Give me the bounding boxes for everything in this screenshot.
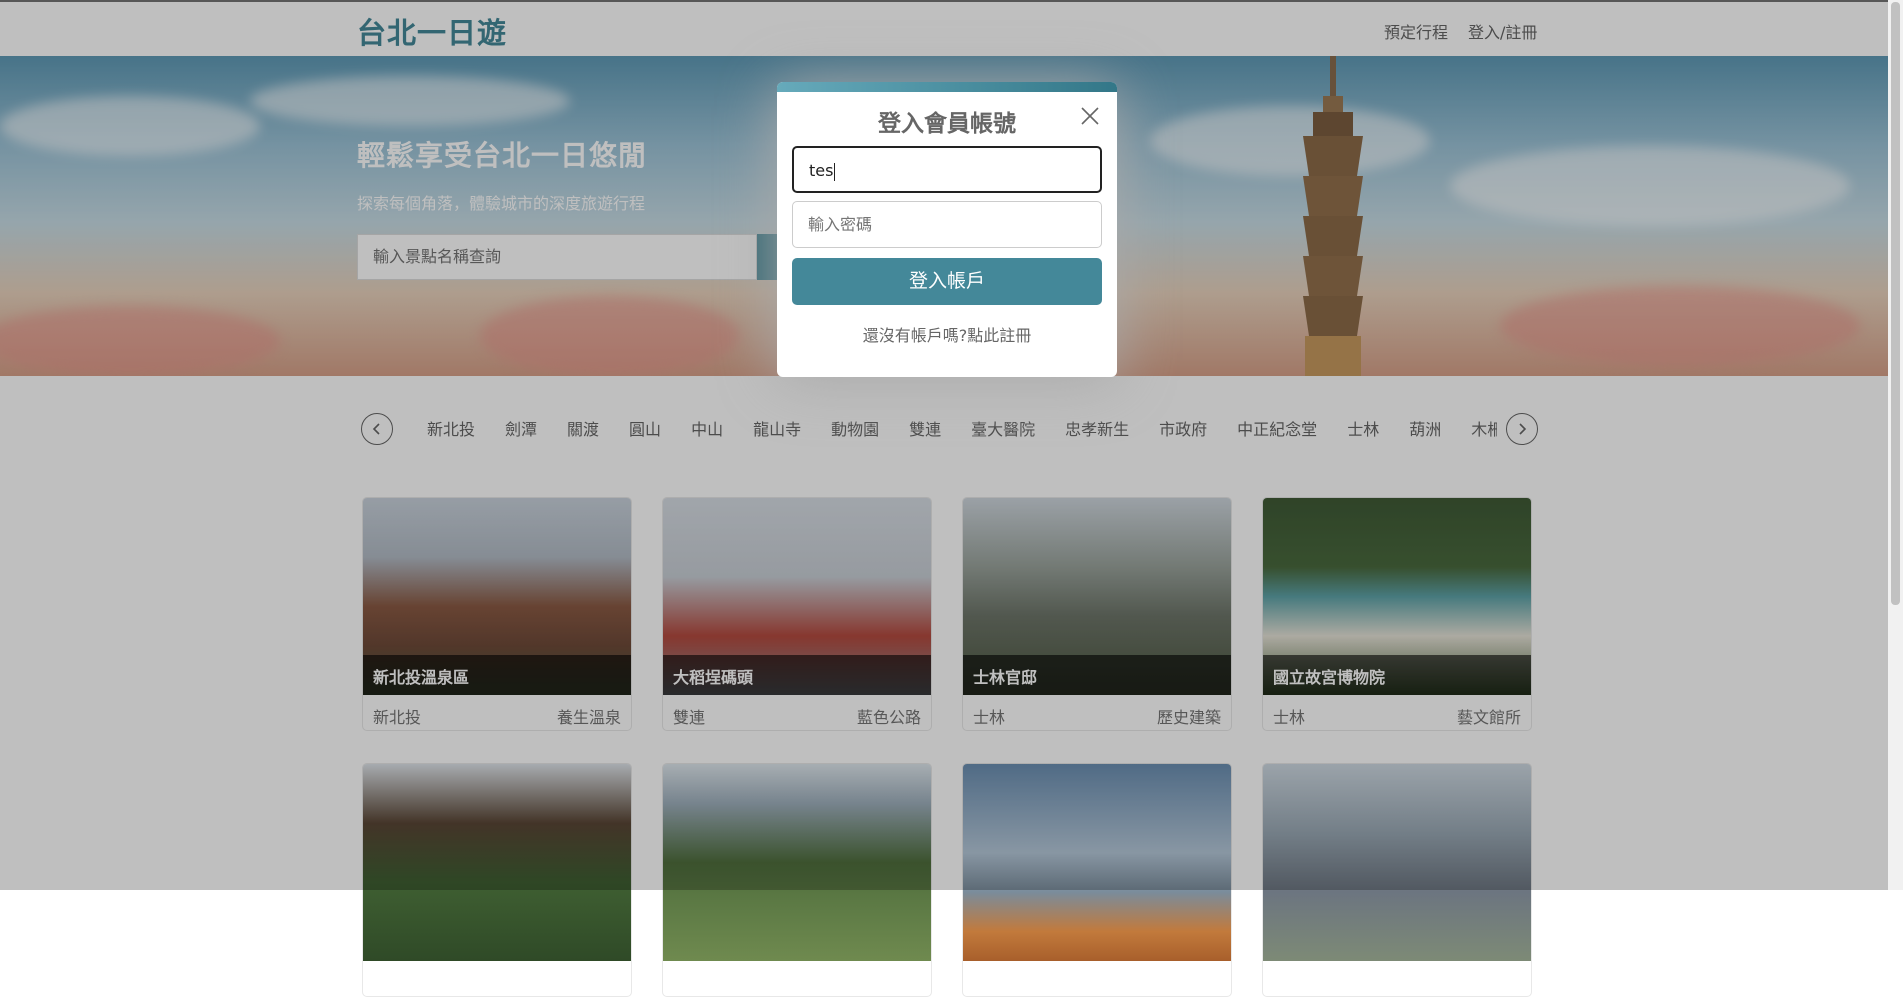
modal-accent-stripe bbox=[777, 82, 1117, 92]
login-modal: 登入會員帳號 tes 輸入密碼 登入帳戶 還沒有帳戶嗎?點此註冊 bbox=[777, 82, 1117, 377]
username-value: tes bbox=[809, 161, 834, 180]
register-switch-link[interactable]: 還沒有帳戶嗎?點此註冊 bbox=[777, 322, 1117, 346]
page-scrollbar[interactable] bbox=[1888, 0, 1903, 890]
username-field[interactable]: tes bbox=[792, 146, 1102, 193]
text-caret bbox=[834, 162, 836, 181]
modal-title: 登入會員帳號 bbox=[878, 111, 1016, 137]
password-field[interactable]: 輸入密碼 bbox=[792, 201, 1102, 248]
login-submit-button[interactable]: 登入帳戶 bbox=[792, 258, 1102, 305]
close-icon[interactable] bbox=[1080, 106, 1100, 126]
scrollbar-thumb[interactable] bbox=[1891, 2, 1900, 605]
